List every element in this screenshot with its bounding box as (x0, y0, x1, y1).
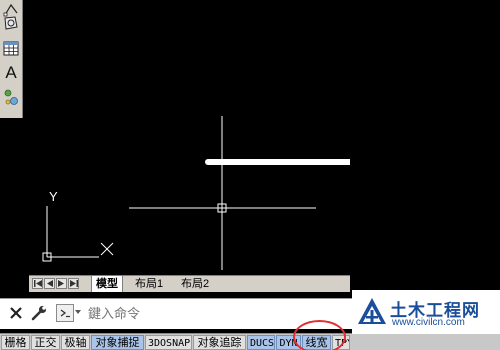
watermark-url: www.civilcn.com (392, 317, 465, 328)
draw-toolbar: A (0, 0, 23, 118)
last-layout-button[interactable] (68, 278, 79, 289)
ducs-toggle[interactable]: DUCS (247, 335, 275, 350)
last-arrow-icon (69, 280, 78, 287)
close-icon[interactable] (8, 305, 24, 321)
lineweight-toggle[interactable]: 线宽 (302, 335, 331, 350)
chevron-down-icon[interactable] (75, 310, 81, 314)
table-icon (3, 41, 19, 55)
tab-model[interactable]: 模型 (91, 276, 123, 292)
wrench-icon[interactable] (30, 304, 48, 322)
drawing-canvas: Y (42, 116, 350, 270)
first-layout-button[interactable] (32, 278, 43, 289)
table-tool-button[interactable] (2, 38, 20, 58)
text-tool-label: A (5, 63, 17, 82)
add-selected-icon (4, 89, 18, 105)
dyn-toggle[interactable]: DYN (276, 335, 301, 350)
multiline-text-tool-button[interactable]: A (2, 63, 20, 83)
tab-layout2[interactable]: 布局2 (177, 276, 213, 292)
3dosnap-toggle[interactable]: 3DOSNAP (145, 335, 192, 350)
tab-layout1[interactable]: 布局1 (131, 276, 167, 292)
next-layout-button[interactable] (56, 278, 67, 289)
polar-toggle[interactable]: 极轴 (61, 335, 90, 350)
grid-toggle[interactable]: 栅格 (1, 335, 30, 350)
site-logo-icon (358, 298, 386, 324)
region-tool-button[interactable] (2, 13, 20, 33)
command-input[interactable] (86, 302, 350, 326)
site-watermark: 土木工程网 www.civilcn.com (352, 290, 500, 334)
otrack-toggle[interactable]: 对象追踪 (193, 335, 246, 350)
ucs-y-label: Y (49, 189, 58, 204)
drawing-area[interactable]: Y (29, 0, 350, 275)
add-selected-tool-button[interactable] (2, 88, 20, 108)
ucs-icon: Y (42, 189, 114, 262)
autocad-window: A Y 模型 布局1 布局2 鍵入命令 栅格 正交 极轴 对象捕捉 3DOSNA… (0, 0, 500, 350)
osnap-toggle[interactable]: 对象捕捉 (91, 335, 144, 350)
prev-arrow-icon (47, 280, 53, 287)
previous-layout-button[interactable] (44, 278, 55, 289)
first-arrow-icon (33, 280, 42, 287)
layout-tab-bar: 模型 布局1 布局2 (29, 275, 350, 292)
tpy-toggle[interactable]: TPY (332, 335, 350, 350)
command-prompt-icon (60, 309, 70, 318)
recent-commands-button[interactable] (56, 304, 74, 322)
region-icon (4, 16, 18, 30)
ortho-toggle[interactable]: 正交 (31, 335, 60, 350)
next-arrow-icon (58, 280, 64, 287)
status-bar: 栅格 正交 极轴 对象捕捉 3DOSNAP 对象追踪 DUCS DYN 线宽 T… (0, 333, 500, 350)
crosshair-cursor (129, 116, 316, 270)
